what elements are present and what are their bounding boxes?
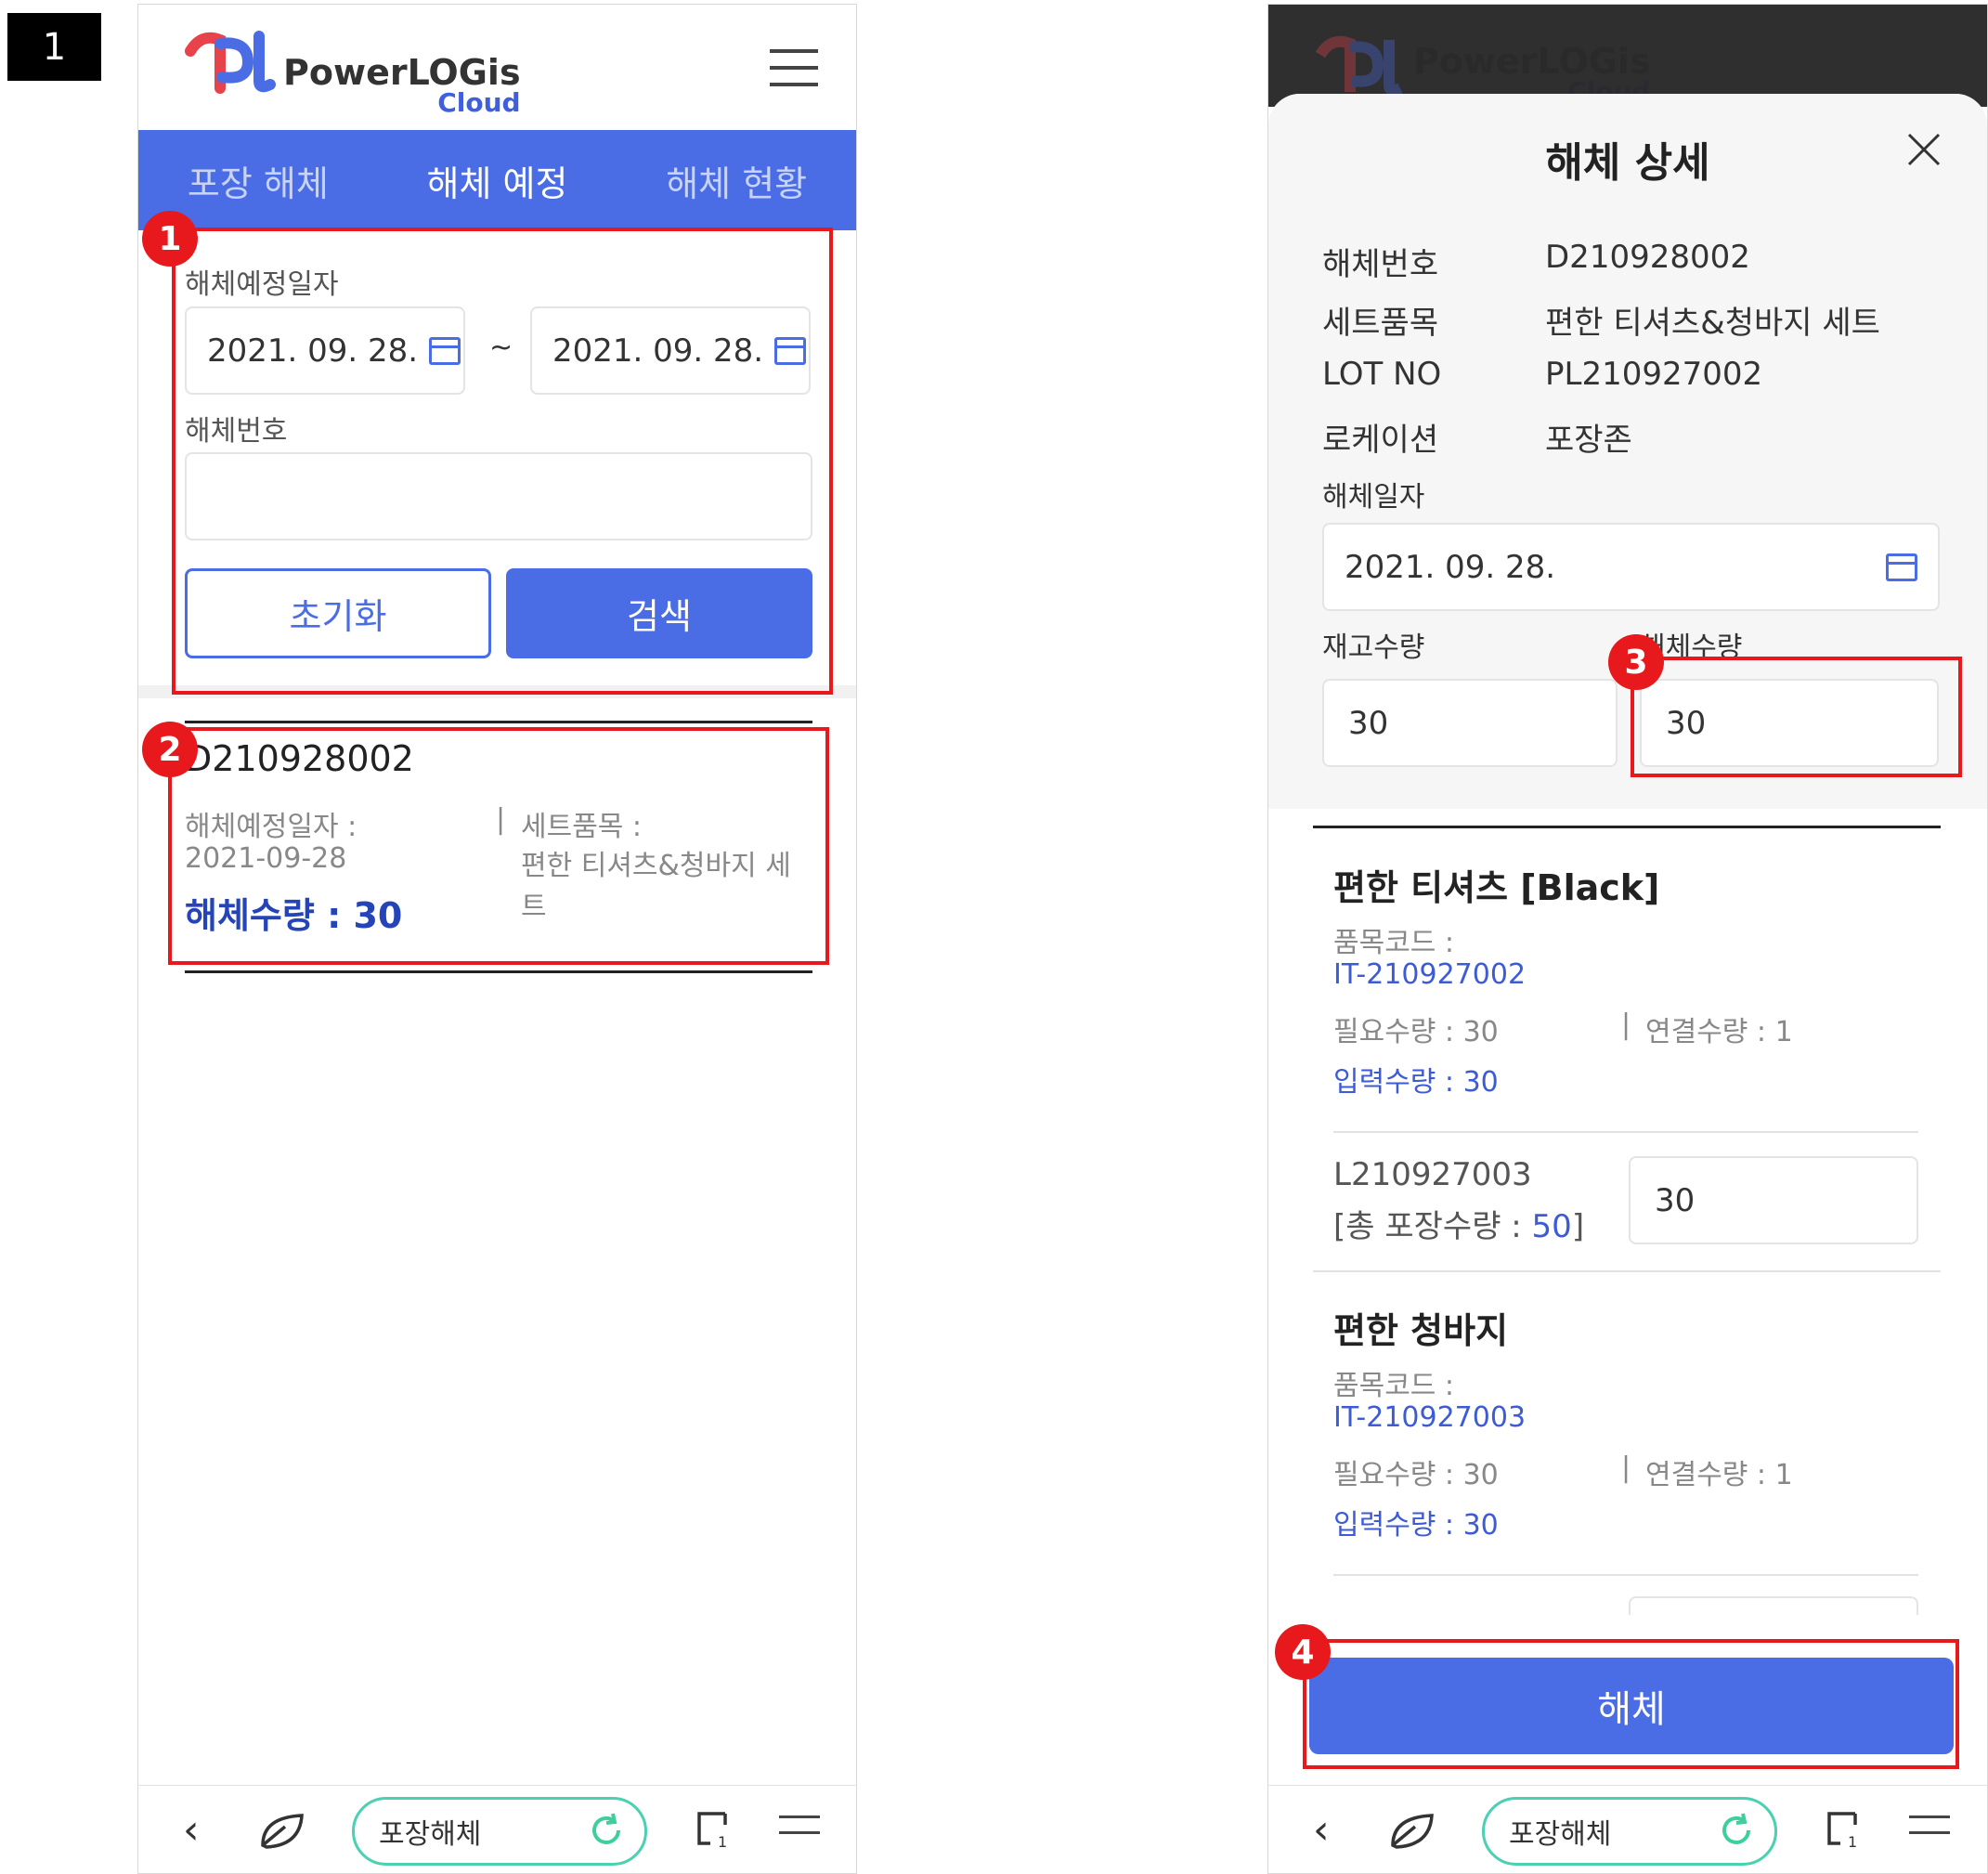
item-separator [1313,1270,1941,1272]
browser-menu-icon[interactable] [1909,1815,1950,1847]
refresh-icon[interactable] [587,1811,626,1857]
item-code-link[interactable]: IT-210927003 [1333,1401,1526,1434]
tab-packing-disassemble[interactable]: 포장 해체 [138,155,378,206]
right-phone-screen: PowerLOGis Cloud 해체 상세 해체번호 D210928002 세… [1267,4,1988,1874]
list-bottom-rule [185,970,812,973]
browser-menu-icon[interactable] [779,1815,820,1847]
tabs-icon[interactable]: 1 [1822,1808,1865,1854]
calendar-icon[interactable] [1886,553,1917,581]
bookmark-leaf-icon[interactable] [257,1808,307,1856]
lot-qty-input[interactable]: 30 [1629,1156,1918,1244]
detail-label-location: 로케이션 [1322,422,1439,459]
item-code-label: 품목코드 : [1333,927,1455,959]
item-qty-divider: | [1621,1451,1631,1484]
item-title: 편한 티셔츠 [Black] [1333,867,1660,908]
list-top-rule [185,721,812,723]
highlight-box-submit [1303,1639,1959,1769]
item-linked-qty: 연결수량 : 1 [1645,1459,1793,1491]
disassemble-date-label: 해체일자 [1322,481,1425,514]
detail-value-location: 포장존 [1545,422,1632,459]
highlight-box-search [172,228,833,695]
back-icon[interactable]: ‹ [183,1806,200,1854]
item-code-link[interactable]: IT-210927002 [1333,958,1526,991]
svg-text:1: 1 [1848,1833,1857,1851]
item-input-qty-value: 30 [1462,1509,1499,1542]
logo-text: PowerLOGis [1413,41,1651,82]
menu-icon[interactable] [770,49,818,99]
close-icon[interactable] [1905,131,1943,172]
address-pill-label: 포장해체 [1509,1818,1612,1851]
item-linked-qty: 연결수량 : 1 [1645,1016,1793,1048]
detail-value-lot: PL210927002 [1545,356,1763,393]
detail-label-set: 세트품목 [1322,305,1439,342]
items-top-rule [1313,826,1941,828]
detail-value-number: D210928002 [1545,239,1750,276]
logo[interactable]: PowerLOGis Cloud [183,23,521,116]
detail-label-lot: LOT NO [1322,356,1442,393]
logo-text: PowerLOGis [283,52,521,93]
stock-qty-label: 재고수량 [1322,631,1425,664]
callout-3: 3 [1608,634,1664,690]
lot-total: [총 포장수량 : 50] [1333,1201,1584,1246]
lot-qty-input-partial[interactable] [1629,1596,1918,1615]
logo-icon [183,23,276,116]
item-required-qty: 필요수량 : 30 [1333,1459,1499,1491]
tab-disassemble-status[interactable]: 해체 현황 [617,155,856,206]
browser-bottom-nav: ‹ 포장해체 1 [138,1785,856,1873]
item-input-qty: 입력수량 : 30 [1333,1502,1499,1542]
app-header: PowerLOGis Cloud [138,5,856,130]
item-divider [1333,1574,1918,1576]
tabs-icon[interactable]: 1 [692,1808,734,1854]
bookmark-leaf-icon[interactable] [1387,1808,1437,1856]
page-number-badge: 1 [7,13,101,81]
highlight-box-result [168,727,829,965]
item-qty-divider: | [1621,1009,1631,1041]
item-required-qty: 필요수량 : 30 [1333,1016,1499,1048]
item-input-qty-label: 입력수량 : [1333,1509,1463,1542]
lot-total-suffix: ] [1571,1208,1585,1245]
item-code-label: 품목코드 : [1333,1370,1455,1402]
sheet-title: 해체 상세 [1545,139,1710,187]
callout-4: 4 [1275,1624,1331,1680]
item-title: 편한 청바지 [1333,1310,1509,1351]
highlight-box-disassemble-qty [1631,657,1962,777]
lot-total-value: 50 [1531,1208,1572,1245]
browser-bottom-nav: ‹ 포장해체 1 [1268,1785,1987,1873]
item-input-qty-label: 입력수량 : [1333,1066,1463,1099]
address-pill-label: 포장해체 [379,1818,482,1851]
callout-2: 2 [142,722,198,777]
refresh-icon[interactable] [1717,1811,1756,1857]
lot-number: L210927003 [1333,1156,1532,1193]
disassemble-date-input[interactable]: 2021. 09. 28. [1322,523,1940,611]
item-input-qty: 입력수량 : 30 [1333,1059,1499,1100]
disassemble-date-value: 2021. 09. 28. [1345,548,1556,586]
item-input-qty-value: 30 [1462,1066,1499,1099]
detail-label-number: 해체번호 [1322,246,1439,283]
address-pill[interactable]: 포장해체 [1482,1797,1777,1866]
stock-qty-field: 30 [1322,679,1618,767]
back-icon[interactable]: ‹ [1313,1806,1330,1854]
left-phone-screen: PowerLOGis Cloud 포장 해체 해체 예정 해체 현황 해체예정일… [137,4,857,1874]
item-divider [1333,1131,1918,1133]
logo-subtext: Cloud [437,87,521,118]
callout-1: 1 [142,211,198,267]
tab-disassemble-scheduled[interactable]: 해체 예정 [378,155,617,206]
detail-value-set: 편한 티셔츠&청바지 세트 [1545,305,1880,342]
lot-total-prefix: [총 포장수량 : [1333,1208,1532,1245]
address-pill[interactable]: 포장해체 [352,1797,647,1866]
tab-bar: 포장 해체 해체 예정 해체 현황 [138,130,856,230]
svg-text:1: 1 [718,1833,727,1851]
dimmed-header: PowerLOGis Cloud [1268,5,1987,107]
